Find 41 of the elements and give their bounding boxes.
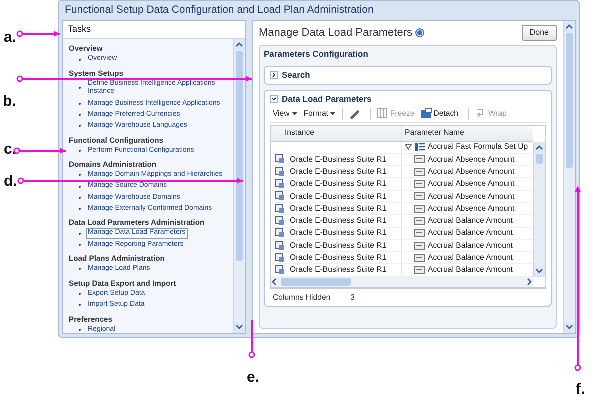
scrollbar-thumb[interactable] bbox=[536, 154, 543, 164]
caret-icon bbox=[330, 112, 336, 116]
panel-heading[interactable]: Data Load Parameters bbox=[282, 92, 372, 106]
caret-icon bbox=[292, 112, 298, 116]
callout-arrow bbox=[16, 30, 60, 38]
parameter-icon bbox=[414, 180, 425, 188]
edit-button[interactable] bbox=[349, 108, 360, 119]
section-title: Parameters Configuration bbox=[264, 48, 370, 61]
parameter-icon bbox=[414, 216, 425, 225]
disclosure-icon[interactable] bbox=[270, 95, 278, 104]
parameter-icon bbox=[414, 266, 425, 274]
scroll-right-icon bbox=[525, 276, 533, 287]
scroll-left-icon bbox=[271, 276, 279, 287]
callout-label: d. bbox=[4, 174, 18, 189]
scroll-down-icon[interactable] bbox=[534, 266, 545, 277]
detach-icon bbox=[420, 108, 432, 119]
callout-label: f. bbox=[576, 382, 586, 397]
help-icon bbox=[415, 28, 426, 38]
pencil-icon bbox=[349, 108, 360, 119]
panel-heading[interactable]: Search bbox=[282, 69, 310, 82]
scroll-up-icon[interactable] bbox=[564, 20, 575, 32]
scrollbar-thumb[interactable] bbox=[566, 32, 573, 168]
scroll-down-icon[interactable] bbox=[564, 322, 575, 333]
disclosure-icon[interactable] bbox=[270, 71, 278, 80]
list-icon bbox=[415, 142, 425, 152]
done-button[interactable]: Done bbox=[522, 25, 557, 41]
callout-label: e. bbox=[247, 370, 260, 385]
scrollbar-thumb[interactable] bbox=[281, 278, 351, 286]
tree-toggle-icon[interactable] bbox=[405, 144, 412, 150]
callout-label: b. bbox=[3, 94, 16, 109]
scroll-up-icon[interactable] bbox=[534, 142, 545, 152]
panel-title: Tasks bbox=[63, 20, 245, 40]
page-title: Manage Data Load Parameters bbox=[259, 26, 412, 41]
scroll-up-icon[interactable] bbox=[234, 39, 245, 50]
wrap-icon bbox=[475, 108, 486, 119]
freeze-icon bbox=[377, 108, 388, 119]
callout-label: c. bbox=[4, 142, 17, 157]
window-title: Functional Setup Data Configuration and Load Plan Administration bbox=[64, 3, 375, 18]
callout-label: a. bbox=[4, 30, 17, 45]
scroll-down-icon[interactable] bbox=[234, 322, 245, 333]
scrollbar-thumb[interactable] bbox=[236, 51, 243, 262]
